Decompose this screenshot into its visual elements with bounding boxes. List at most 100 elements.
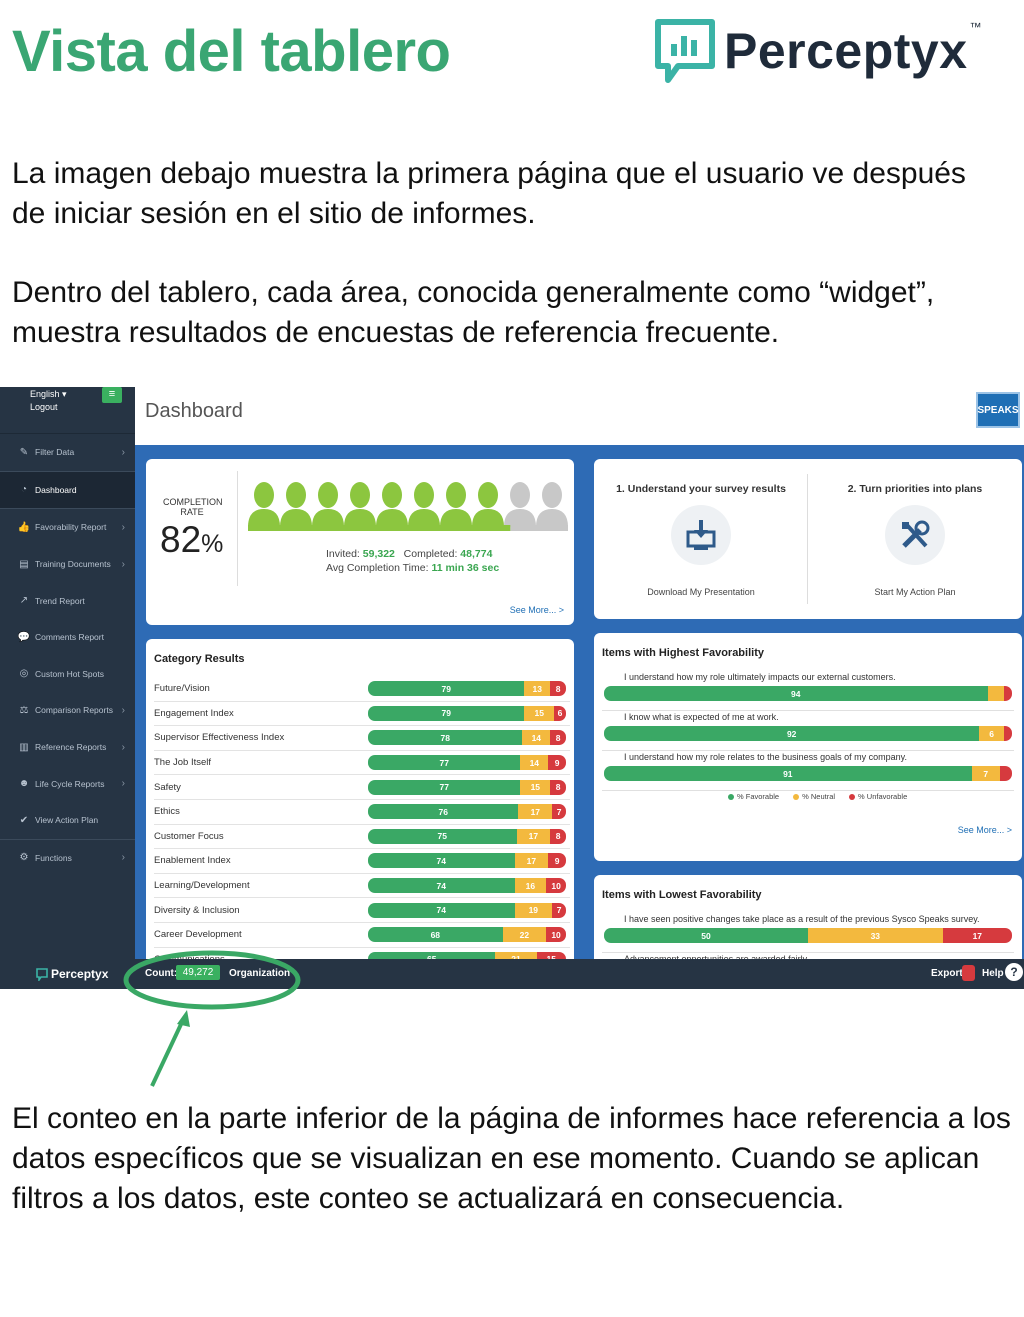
sidebar-item[interactable]: ▤ Training Documents › [0,546,135,583]
completion-fill-bar [248,525,511,531]
help-icon[interactable]: ? [1005,963,1023,981]
download-presentation-link[interactable]: Download My Presentation [594,587,808,597]
stacked-bar: 77 15 8 [368,779,566,795]
chevron-right-icon: › [121,446,125,458]
sidebar-item[interactable]: ⚙ Functions › [0,840,135,877]
table-row[interactable]: Career Development 68 22 10 [154,923,570,948]
favorable-segment: 91 [604,766,972,781]
category-name: Career Development [154,929,242,941]
sidebar-item[interactable]: 💬 Comments Report [0,619,135,656]
neutral-segment: 15 [524,705,555,721]
table-row[interactable]: The Job Itself 77 14 9 [154,751,570,776]
table-row[interactable]: Diversity & Inclusion 74 19 7 [154,898,570,923]
table-row[interactable]: Learning/Development 74 16 10 [154,874,570,899]
completion-rate-widget: COMPLETION RATE 82% Invited: 59,322 Comp… [146,459,574,625]
legend-favorable: % Favorable [728,792,779,801]
priorities-widget: 1. Understand your survey results Downlo… [594,459,1022,619]
language-selector[interactable]: English ▾ [30,389,67,400]
stacked-bar: 79 15 6 [368,705,566,721]
sysco-speaks-logo: SPEAKS [976,392,1020,428]
chevron-right-icon: › [121,704,125,716]
see-more-link[interactable]: See More... > [510,605,564,615]
list-item[interactable]: I have seen positive changes take place … [602,913,1014,953]
unfavorable-segment: 7 [552,804,566,820]
export-button[interactable]: Export [931,968,963,979]
stacked-bar: 94 [604,686,1012,701]
item-text: I know what is expected of me at work. [624,712,779,722]
table-row[interactable]: Customer Focus 75 17 8 [154,825,570,850]
thumbs-up-icon: 👍 [17,521,31,533]
logout-link[interactable]: Logout [30,402,58,412]
sidebar-item-label: Filter Data [35,447,75,458]
neutral-segment: 16 [514,878,547,894]
favorable-segment: 75 [368,828,517,844]
see-more-link[interactable]: See More... > [958,825,1012,835]
unfavorable-segment: 8 [550,779,566,795]
favorable-segment: 74 [368,853,515,869]
sidebar-item[interactable]: ⚖ Comparison Reports › [0,692,135,729]
sidebar-item[interactable]: ✔ View Action Plan [0,802,135,840]
chevron-right-icon: › [121,558,125,570]
people-icon: ☻ [18,778,30,790]
category-name: Customer Focus [154,830,224,842]
stacked-bar: 76 17 7 [368,804,566,820]
sidebar-item-label: Custom Hot Spots [35,668,104,679]
chevron-right-icon: › [121,741,125,753]
sidebar-item-label: Trend Report [35,595,85,606]
list-item[interactable]: I understand how my role relates to the … [602,751,1014,791]
trend-icon: ↗ [19,595,29,607]
invited-count: 59,322 [362,548,395,560]
perceptyx-logo-mark-icon [36,967,48,981]
list-item[interactable]: I know what is expected of me at work. 92… [602,711,1014,751]
stacked-bar: 74 19 7 [368,902,566,918]
person-icon [344,482,376,527]
sidebar-item[interactable]: ☻ Life Cycle Reports › [0,765,135,802]
brand-name: Perceptyx [724,23,968,79]
sidebar-item[interactable]: ◎ Custom Hot Spots [0,656,135,693]
sidebar-item[interactable]: ◔ Dashboard [0,471,135,510]
chevron-right-icon: › [121,852,125,864]
gear-icon: ⚙ [19,852,29,864]
pdf-icon[interactable] [962,965,975,981]
sidebar-item[interactable]: 👍 Favorability Report › [0,509,135,546]
unfavorable-segment: 9 [548,755,566,771]
organization-link[interactable]: Organization [229,968,290,979]
unfavorable-segment: 9 [548,853,566,869]
table-row[interactable]: Future/Vision 79 13 8 [154,677,570,702]
favorable-segment: 77 [368,779,521,795]
table-row[interactable]: Supervisor Effectiveness Index 78 14 8 [154,726,570,751]
table-row[interactable]: Engagement Index 79 15 6 [154,702,570,727]
person-icon [376,482,408,527]
tools-icon[interactable] [885,505,945,565]
category-results-widget: Category Results Future/Vision 79 13 8 Engag… [146,639,574,973]
lowest-items-list: I have seen positive changes take place … [602,913,1014,953]
table-row[interactable]: Safety 77 15 8 [154,775,570,800]
sidebar-item-label: Life Cycle Reports [35,778,105,789]
category-results-title: Category Results [154,653,245,665]
category-name: Enablement Index [154,855,231,867]
help-button[interactable]: Help [982,968,1004,979]
download-icon[interactable] [671,505,731,565]
stacked-bar: 75 17 8 [368,828,566,844]
sidebar-item-label: View Action Plan [35,815,99,826]
unfavorable-segment [1003,686,1012,701]
sidebar-item[interactable]: ▥ Reference Reports › [0,729,135,766]
sidebar-item-label: Training Documents [35,559,111,570]
scale-icon: ⚖ [19,704,29,716]
count-value: 49,272 [176,965,220,980]
menu-icon[interactable]: ≡ [102,387,122,403]
completed-count: 48,774 [460,548,493,560]
table-row[interactable]: Ethics 76 17 7 [154,800,570,825]
favorable-segment: 94 [604,686,988,701]
category-name: Future/Vision [154,683,210,695]
stacked-bar: 91 7 [604,766,1012,781]
bar-chart-icon: ▥ [19,741,29,753]
avg-completion-time: 11 min 36 sec [431,562,500,574]
chevron-right-icon: › [121,521,125,533]
table-row[interactable]: Enablement Index 74 17 9 [154,849,570,874]
list-item[interactable]: I understand how my role ultimately impa… [602,671,1014,711]
start-action-plan-link[interactable]: Start My Action Plan [808,587,1022,597]
sidebar-item[interactable]: ✎ Filter Data › [0,434,135,472]
stacked-bar: 74 16 10 [368,878,566,894]
sidebar-item[interactable]: ↗ Trend Report [0,582,135,619]
